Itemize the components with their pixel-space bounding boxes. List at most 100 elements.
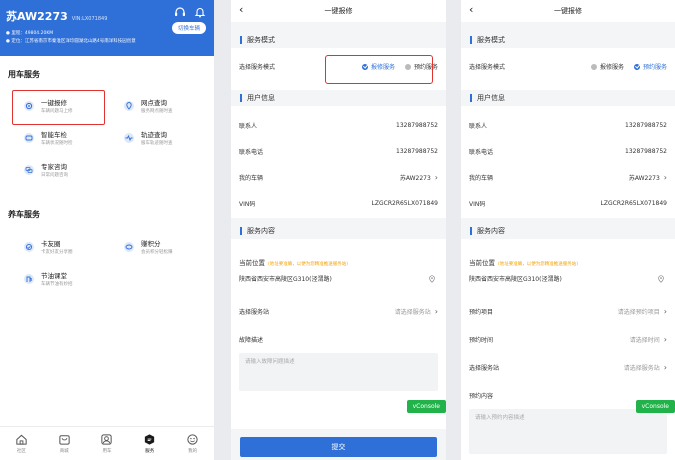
phone-row: 联系电话 13287988752 (239, 147, 438, 156)
vin-label: VIN码 (469, 201, 486, 208)
circle-icon (22, 240, 36, 254)
project-row[interactable]: 预约项目 请选择预约项目 › (469, 307, 667, 316)
tab-shop[interactable]: 商城 (58, 433, 71, 454)
service-title: 赚积分 (141, 240, 161, 248)
back-arrow-icon[interactable]: ‹ (469, 3, 473, 16)
time-row[interactable]: 预约时间 请选择时间 › (469, 335, 667, 344)
vconsole-button[interactable]: vConsole (635, 400, 675, 413)
service-item-circle[interactable]: 卡友圈卡友好友分享圈 (22, 238, 73, 255)
service-item-points[interactable]: 赚积分会员积分轻松赚 (122, 238, 173, 255)
customer-service-icon[interactable] (174, 3, 186, 22)
station-row[interactable]: 选择服务站 请选择服务站 › (469, 363, 667, 372)
phone-label: 联系电话 (469, 149, 494, 156)
service-item-fuel[interactable]: 节油课堂 车辆节油有妙招 (22, 270, 73, 287)
back-arrow-icon[interactable]: ‹ (239, 3, 243, 16)
header-icons (174, 3, 206, 22)
car-check-icon (22, 131, 36, 145)
tab-label: 社区 (16, 449, 26, 454)
location-text: ● 定位：江苏省南京市秦淮区洋珍圆湖北山路4号南洋科技园创意 (6, 39, 136, 44)
chevron-right-icon: › (663, 307, 667, 316)
radio-label: 报修服务 (600, 64, 625, 71)
service-sub: 服车轨迹随时查 (141, 141, 173, 146)
switch-vehicle-button[interactable]: 切换车辆 (171, 22, 206, 34)
vconsole-button[interactable]: vConsole (406, 400, 446, 413)
section-user-info: 用户信息 (231, 89, 446, 106)
service-item-expert[interactable]: 专家咨询 日常问题咨询 (22, 161, 68, 178)
service-title: 卡友圈 (41, 240, 61, 248)
points-icon (122, 240, 136, 254)
project-label: 预约项目 (469, 309, 494, 316)
location-pin-icon (122, 99, 136, 113)
appointment-content-input[interactable]: 请输入预约内容描述 (469, 409, 667, 454)
current-location-label: 当前位置 (地址要准确，以便为您精准推送服务站) (239, 257, 348, 267)
tab-community[interactable]: 社区 (15, 433, 28, 454)
vehicle-value: 苏AW2273 (628, 175, 660, 182)
address-text: 陕西省西安市高陵区G310(泾渭路) (469, 276, 562, 283)
mode-radio-group: 报修服务 预约服务 (583, 62, 667, 72)
service-item-car-check[interactable]: 智能车检 车辆状况随时检 (22, 129, 73, 146)
service-content-card: 当前位置 (地址要准确，以便为您精准推送服务站) 陕西省西安市高陵区G310(泾渭… (461, 239, 675, 460)
section-service-mode: 服务模式 (231, 31, 446, 48)
shop-icon (59, 435, 70, 445)
maintenance-services-heading: 养车服务 (8, 210, 40, 219)
address-row[interactable]: 陕西省西安市高陵区G310(泾渭路) (239, 274, 436, 283)
nav-title: 一键报修 (324, 7, 353, 15)
service-sub: 会员积分轻松赚 (141, 250, 173, 255)
mileage-text: ● 里程：49804.20KM (6, 31, 54, 36)
project-placeholder: 请选择预约项目 (617, 309, 660, 316)
radio-label: 预约服务 (642, 64, 667, 71)
tab-car[interactable]: 用车 (100, 433, 113, 454)
phone-label: 联系电话 (239, 149, 264, 156)
highlight-box (325, 55, 433, 84)
service-item-outlet[interactable]: 网点查询服务网点随时查 (122, 97, 173, 114)
fault-row: 故障描述 (239, 335, 438, 344)
radio-urgent[interactable]: 报修服务 (591, 62, 624, 71)
service-sub: 服务网点随时查 (141, 109, 173, 114)
current-location-label: 当前位置 (地址要准确，以便为您精准推送服务站) (469, 257, 578, 267)
bottom-tab-bar: 社区 商城 用车 服务 我的 (0, 426, 214, 460)
nav-title: 一键报修 (554, 7, 582, 15)
service-sub: 卡友好友分享圈 (41, 250, 73, 255)
time-label: 预约时间 (469, 337, 494, 344)
phone-row: 联系电话 13287988752 (469, 147, 667, 156)
contact-value: 13287988752 (625, 122, 667, 129)
bell-icon[interactable] (194, 3, 206, 22)
appointment-form-screen: ‹ 一键报修 服务模式 选择服务模式 报修服务 预约服务 用户信息 联系人 132… (461, 0, 675, 460)
service-title: 智能车检 (41, 131, 67, 139)
service-item-trajectory[interactable]: 轨迹查询 服车轨迹随时查 (122, 129, 173, 146)
location-pin-icon (429, 274, 435, 283)
submit-button[interactable]: 提交 (240, 437, 437, 457)
select-mode-label: 选择服务模式 (239, 64, 276, 72)
radio-appointment[interactable]: 预约服务 (633, 62, 667, 71)
expert-icon (22, 163, 36, 177)
vehicle-header: 苏AW2273 VIN:LX071849 切换车辆 ● 里程：49804.20K… (0, 0, 214, 56)
radio-dot-icon (591, 63, 598, 70)
highlight-box (12, 90, 105, 125)
tab-service[interactable]: 服务 (143, 433, 156, 454)
chevron-right-icon: › (663, 335, 667, 344)
service-title: 网点查询 (141, 99, 167, 107)
tab-profile[interactable]: 我的 (186, 433, 199, 454)
user-info-card: 联系人 13287988752 联系电话 13287988752 我的车辆 苏AW22… (461, 106, 675, 218)
tab-label: 商城 (59, 449, 69, 454)
fault-label: 故障描述 (239, 337, 264, 344)
vehicle-row[interactable]: 我的车辆 苏AW2273 › (239, 173, 438, 182)
chevron-right-icon: › (434, 173, 438, 182)
select-station-row[interactable]: 选择服务站 请选择服务站 › (239, 307, 438, 316)
address-row[interactable]: 陕西省西安市高陵区G310(泾渭路) (469, 274, 665, 283)
select-station-label: 选择服务站 (239, 309, 270, 316)
check-circle-icon (633, 63, 640, 70)
contact-label: 联系人 (469, 123, 488, 130)
vehicle-service-screen: 苏AW2273 VIN:LX071849 切换车辆 ● 里程：49804.20K… (0, 0, 214, 460)
current-loc-hint: (地址要准确，以便为您精准推送服务站) (498, 262, 579, 267)
vin-row: VIN码 LZGCR2R65LX071849 (469, 199, 667, 208)
fault-description-input[interactable]: 请输入故障问题描述 (239, 353, 438, 391)
select-station-placeholder: 请选择服务站 (623, 365, 660, 372)
vehicle-row[interactable]: 我的车辆 苏AW2273 › (469, 173, 667, 182)
tab-label: 用车 (102, 449, 112, 454)
service-sub: 车辆节油有妙招 (41, 282, 73, 287)
current-loc-title: 当前位置 (469, 259, 495, 267)
user-info-card: 联系人 13287988752 联系电话 13287988752 我的车辆 苏AW22… (231, 106, 446, 218)
vehicle-value: 苏AW2273 (399, 175, 431, 182)
contact-row: 联系人 13287988752 (239, 121, 438, 130)
